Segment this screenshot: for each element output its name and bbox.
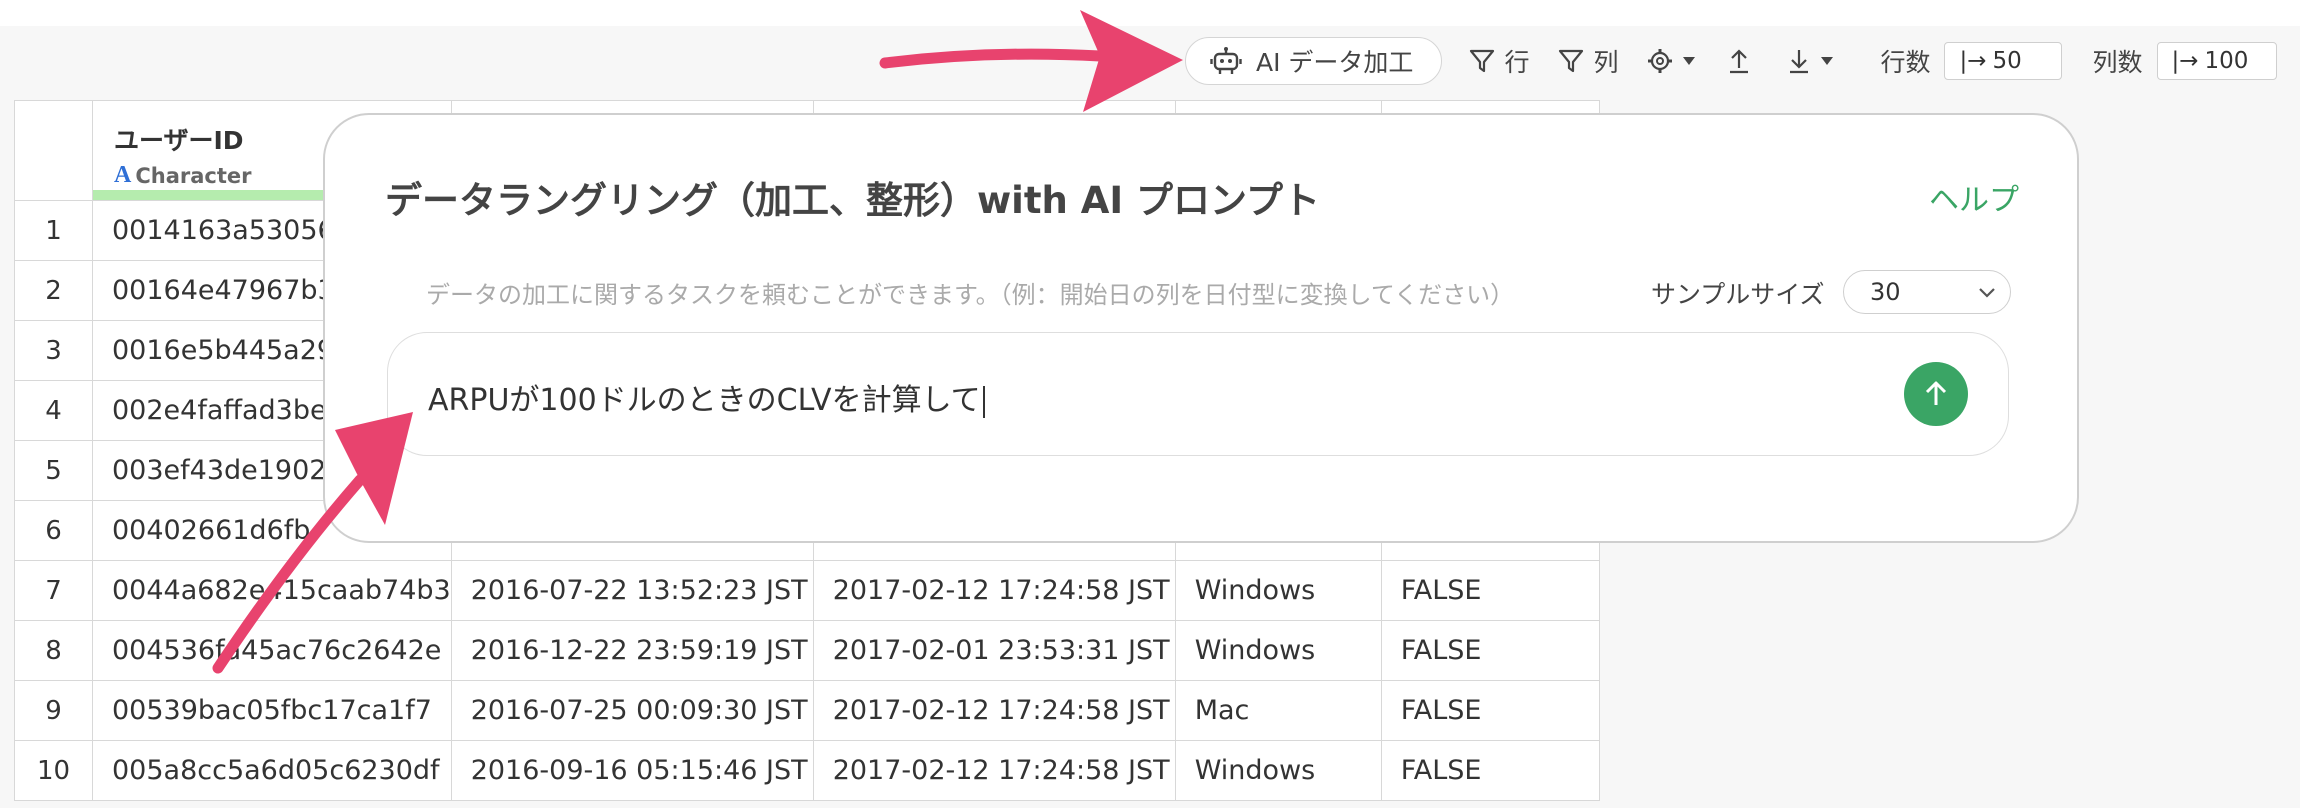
upload-icon: [1730, 49, 1749, 74]
table-cell[interactable]: 0044a682e415caab74b3: [92, 560, 452, 621]
table-row: 10 005a8cc5a6d05c6230df 2016-09-16 05:15…: [14, 740, 1600, 801]
download-menu-button[interactable]: [1786, 47, 1842, 75]
row-filter-label: 行: [1504, 48, 1530, 77]
column-count-control: 列数 |→ 100: [2092, 42, 2277, 80]
settings-menu-button[interactable]: [1646, 47, 1704, 75]
table-cell[interactable]: 2017-02-12 17:24:58 JST: [812, 740, 1176, 801]
row-number: 7: [14, 560, 93, 621]
row-count-input[interactable]: |→ 50: [1944, 42, 2063, 80]
sample-size-value: 30: [1870, 278, 1901, 306]
row-number: 3: [14, 320, 93, 381]
table-cell[interactable]: 2016-07-25 00:09:30 JST: [450, 680, 814, 741]
column-count-input[interactable]: |→ 100: [2156, 42, 2277, 80]
row-count-value: 50: [1992, 48, 2022, 74]
column-filter-button[interactable]: 列: [1557, 43, 1618, 79]
column-filter-label: 列: [1593, 48, 1619, 77]
help-link[interactable]: ヘルプ: [1929, 175, 2019, 219]
table-cell[interactable]: 2017-02-12 17:24:58 JST: [812, 560, 1176, 621]
table-cell[interactable]: FALSE: [1380, 620, 1600, 681]
row-number-header: [14, 100, 93, 201]
prompt-hint: データの加工に関するタスクを頼むことができます。（例：開始日の列を日付型に変換し…: [426, 281, 1515, 309]
sample-size-select[interactable]: 30: [1843, 270, 2011, 314]
table-cell[interactable]: Windows: [1174, 560, 1382, 621]
column-count-value: 100: [2204, 48, 2249, 74]
row-filter-button[interactable]: 行: [1468, 43, 1529, 79]
table-cell[interactable]: FALSE: [1380, 680, 1600, 741]
row-number: 6: [14, 500, 93, 561]
text-caret: [982, 385, 985, 418]
prompt-input-text: ARPUが100ドルのときのCLVを計算して: [428, 375, 985, 419]
top-band: [0, 0, 2300, 26]
prompt-input[interactable]: ARPUが100ドルのときのCLVを計算して: [387, 332, 2009, 456]
row-number: 9: [14, 680, 93, 741]
filter-icon: [1470, 49, 1495, 73]
table-cell[interactable]: Windows: [1174, 620, 1382, 681]
robot-icon: [1210, 47, 1242, 74]
dialog-title: データラングリング（加工、整形）with AI プロンプト: [385, 179, 1320, 222]
row-number: 10: [14, 740, 93, 801]
prompt-text: ARPUが100ドルのときのCLVを計算して: [428, 383, 981, 418]
ai-data-processing-button[interactable]: AI データ加工: [1185, 37, 1443, 85]
upload-button[interactable]: [1726, 47, 1760, 75]
gear-icon: [1648, 49, 1673, 73]
table-cell[interactable]: 005a8cc5a6d05c6230df: [92, 740, 452, 801]
chevron-down-icon: [1979, 288, 1995, 298]
table-cell[interactable]: 2016-09-16 05:15:46 JST: [450, 740, 814, 801]
arrow-up-icon: [1925, 381, 1947, 405]
ai-prompt-dialog: データラングリング（加工、整形）with AI プロンプト ヘルプ データの加工…: [323, 113, 2079, 543]
caret-down-icon: [1821, 57, 1834, 65]
table-cell[interactable]: FALSE: [1380, 560, 1600, 621]
row-count-label: 行数: [1880, 48, 1931, 77]
table-row: 9 00539bac05fbc17ca1f7 2016-07-25 00:09:…: [14, 680, 1600, 741]
character-type-icon: A: [114, 162, 132, 188]
range-arrow-icon: |→: [1959, 48, 1987, 74]
table-cell[interactable]: 2017-02-12 17:24:58 JST: [812, 680, 1176, 741]
table-cell[interactable]: 2016-12-22 23:59:19 JST: [450, 620, 814, 681]
table-cell[interactable]: 00539bac05fbc17ca1f7: [92, 680, 452, 741]
row-number: 8: [14, 620, 93, 681]
column-count-label: 列数: [2092, 48, 2143, 77]
table-cell[interactable]: 004536fa45ac76c2642e: [92, 620, 452, 681]
send-button[interactable]: [1904, 362, 1968, 426]
sample-size-label: サンプルサイズ: [1651, 280, 1825, 309]
table-cell[interactable]: 2016-07-22 13:52:23 JST: [450, 560, 814, 621]
toolbar: AI データ加工 行 列 行数 |→ 50 列数 |→ 100: [1185, 34, 2277, 88]
table-cell[interactable]: Windows: [1174, 740, 1382, 801]
row-number: 4: [14, 380, 93, 441]
download-icon: [1790, 50, 1809, 74]
caret-down-icon: [1683, 57, 1696, 65]
row-number: 1: [14, 200, 93, 261]
ai-button-label: AI データ加工: [1256, 48, 1414, 77]
row-number: 5: [14, 440, 93, 501]
table-cell[interactable]: FALSE: [1380, 740, 1600, 801]
table-cell[interactable]: 2017-02-01 23:53:31 JST: [812, 620, 1176, 681]
filter-icon: [1559, 49, 1584, 73]
table-row: 8 004536fa45ac76c2642e 2016-12-22 23:59:…: [14, 620, 1600, 681]
row-count-control: 行数 |→ 50: [1880, 42, 2063, 80]
table-cell[interactable]: Mac: [1174, 680, 1382, 741]
row-number: 2: [14, 260, 93, 321]
range-arrow-icon: |→: [2171, 48, 2199, 74]
column-type-label: Character: [135, 163, 252, 188]
table-row: 7 0044a682e415caab74b3 2016-07-22 13:52:…: [14, 560, 1600, 621]
